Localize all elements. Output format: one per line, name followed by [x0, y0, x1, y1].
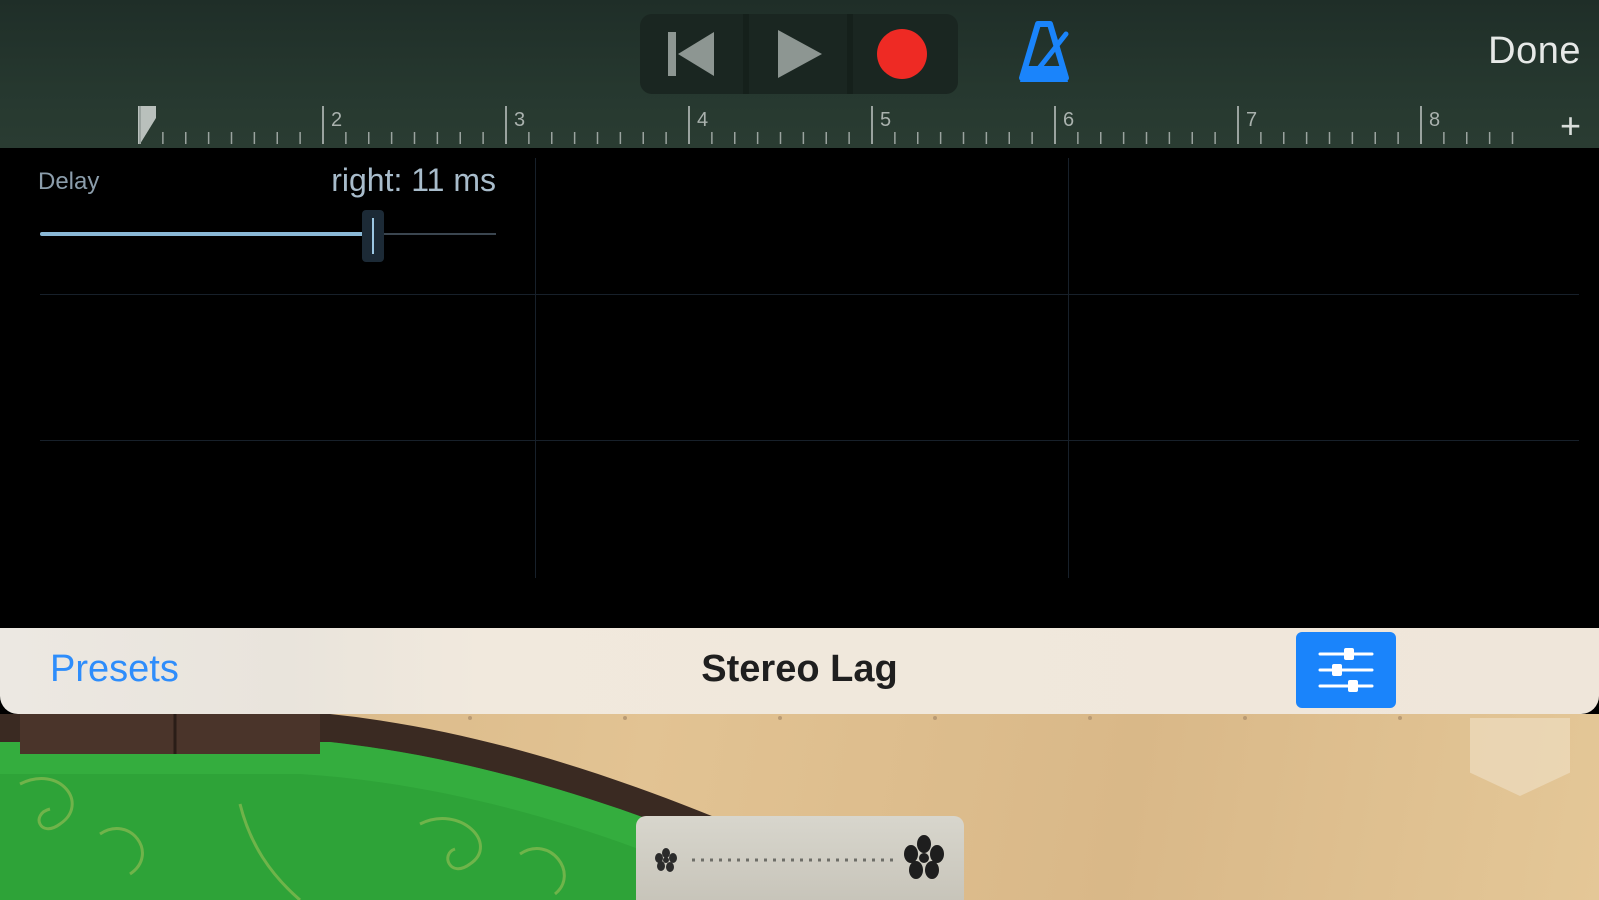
- delay-slider-thumb[interactable]: [361, 210, 384, 262]
- record-icon: [877, 29, 927, 79]
- ruler-bar-number: 4: [697, 109, 708, 131]
- sliders-icon: [1318, 648, 1374, 692]
- timeline-ruler[interactable]: 2 3 4 5 6 7 8 +: [0, 104, 1599, 148]
- ruler-bar-number: 8: [1429, 109, 1440, 131]
- app-window: Done 2 3 4 5 6 7 8 + Delay right: 11 ms Preset…: [0, 0, 1599, 900]
- control-panel: [636, 816, 964, 900]
- ruler-bar-number: 2: [331, 109, 342, 131]
- ruler-bar-number: 7: [1246, 109, 1257, 131]
- add-section-button[interactable]: +: [1560, 104, 1581, 148]
- metronome-icon: [1019, 21, 1069, 82]
- grid-line: [1068, 158, 1069, 578]
- ruler-bar-number: 6: [1063, 109, 1074, 131]
- grid-line: [535, 158, 536, 578]
- rewind-to-start-icon: [668, 32, 714, 76]
- parameter-name: Delay: [38, 168, 100, 195]
- rewind-button[interactable]: [640, 14, 740, 94]
- effect-settings-button[interactable]: [1296, 632, 1396, 708]
- transport-controls: [640, 14, 958, 94]
- done-button[interactable]: Done: [1488, 30, 1581, 73]
- grid-line: [40, 440, 1579, 441]
- ruler-bar-number: 3: [514, 109, 525, 131]
- parameter-value: right: 11 ms: [331, 162, 496, 198]
- record-button[interactable]: [852, 14, 952, 94]
- delay-slider-fill: [40, 232, 373, 236]
- preset-bar: Presets Stereo Lag: [0, 628, 1599, 714]
- play-icon: [778, 30, 822, 78]
- large-flower-icon: [904, 835, 944, 879]
- grid-line: [40, 294, 1579, 295]
- small-flower-icon: [655, 848, 677, 872]
- panel-slider[interactable]: [636, 816, 964, 900]
- play-button[interactable]: [748, 14, 848, 94]
- ruler-ticks: 2 3 4 5 6 7 8: [138, 106, 1514, 144]
- metronome-button[interactable]: [1016, 20, 1072, 86]
- automation-editor[interactable]: Delay right: 11 ms: [0, 148, 1599, 628]
- instrument-background: [0, 714, 1599, 900]
- ruler-bar-number: 5: [880, 109, 891, 131]
